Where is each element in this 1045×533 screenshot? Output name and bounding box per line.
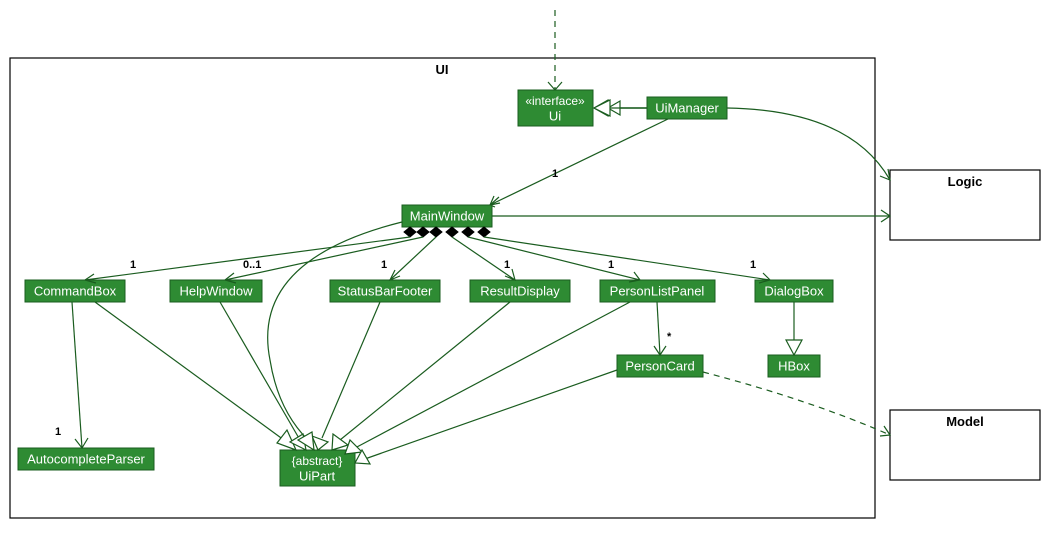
edge-uimanager-to-mainwindow <box>490 119 668 205</box>
svg-text:UiManager: UiManager <box>655 100 719 115</box>
svg-text:AutocompleteParser: AutocompleteParser <box>27 451 145 466</box>
mult-helpwindow: 0..1 <box>243 259 261 271</box>
edge-personlist-to-personcard <box>657 302 660 355</box>
class-result-display: ResultDisplay <box>470 280 570 302</box>
svg-text:PersonListPanel: PersonListPanel <box>610 283 705 298</box>
edge-mw-personlist <box>468 237 640 280</box>
edge-uimanager-to-logic <box>727 108 890 180</box>
mult-mainwindow: 1 <box>552 168 558 180</box>
edge-commandbox-to-autocomplete <box>72 302 82 448</box>
svg-text:PersonCard: PersonCard <box>625 358 694 373</box>
class-ui-part: {abstract} UiPart <box>280 450 355 486</box>
package-model-label: Model <box>946 414 984 429</box>
class-hbox: HBox <box>768 355 820 377</box>
edge-personcard-to-uipart <box>362 370 617 460</box>
package-logic-label: Logic <box>948 174 983 189</box>
svg-text:CommandBox: CommandBox <box>34 283 117 298</box>
class-dialog-box: DialogBox <box>755 280 833 302</box>
svg-text:{abstract}: {abstract} <box>292 454 343 468</box>
mult-commandbox: 1 <box>130 259 136 271</box>
mult-autocomplete: 1 <box>55 426 61 438</box>
edge-resultdisplay-to-uipart <box>340 302 510 440</box>
svg-text:«interface»: «interface» <box>525 94 585 108</box>
edge-mw-statusbar <box>390 237 436 280</box>
class-ui-interface: «interface» Ui <box>518 90 593 126</box>
class-person-card: PersonCard <box>617 355 703 377</box>
mult-resultdisplay: 1 <box>504 259 510 271</box>
edge-personcard-to-model <box>703 372 890 435</box>
mult-personcard: * <box>667 331 672 343</box>
class-ui-manager: UiManager <box>647 97 727 119</box>
svg-text:UiPart: UiPart <box>299 468 336 483</box>
edge-statusbar-to-uipart <box>322 302 380 438</box>
class-command-box: CommandBox <box>25 280 125 302</box>
class-status-bar-footer: StatusBarFooter <box>330 280 440 302</box>
class-help-window: HelpWindow <box>170 280 262 302</box>
class-main-window: MainWindow <box>402 205 492 227</box>
svg-text:StatusBarFooter: StatusBarFooter <box>338 283 433 298</box>
svg-text:HelpWindow: HelpWindow <box>180 283 254 298</box>
mult-dialogbox: 1 <box>750 259 756 271</box>
svg-text:Ui: Ui <box>549 108 561 123</box>
svg-text:MainWindow: MainWindow <box>410 208 485 223</box>
class-person-list-panel: PersonListPanel <box>600 280 715 302</box>
edge-personlist-to-uipart <box>355 302 630 448</box>
diamond-cmdbox <box>404 227 416 237</box>
svg-text:DialogBox: DialogBox <box>764 283 824 298</box>
svg-text:ResultDisplay: ResultDisplay <box>480 283 560 298</box>
uml-diagram: UI Logic Model «interface» Ui UiManager … <box>0 0 1045 533</box>
class-autocomplete-parser: AutocompleteParser <box>18 448 154 470</box>
mult-personlist: 1 <box>608 259 614 271</box>
svg-text:HBox: HBox <box>778 358 810 373</box>
package-ui-label: UI <box>436 62 449 77</box>
mult-statusbar: 1 <box>381 259 387 271</box>
edge-helpwindow-to-uipart <box>220 302 300 440</box>
edge-commandbox-to-uipart <box>95 302 288 443</box>
edge-mw-dialogbox <box>484 237 770 280</box>
